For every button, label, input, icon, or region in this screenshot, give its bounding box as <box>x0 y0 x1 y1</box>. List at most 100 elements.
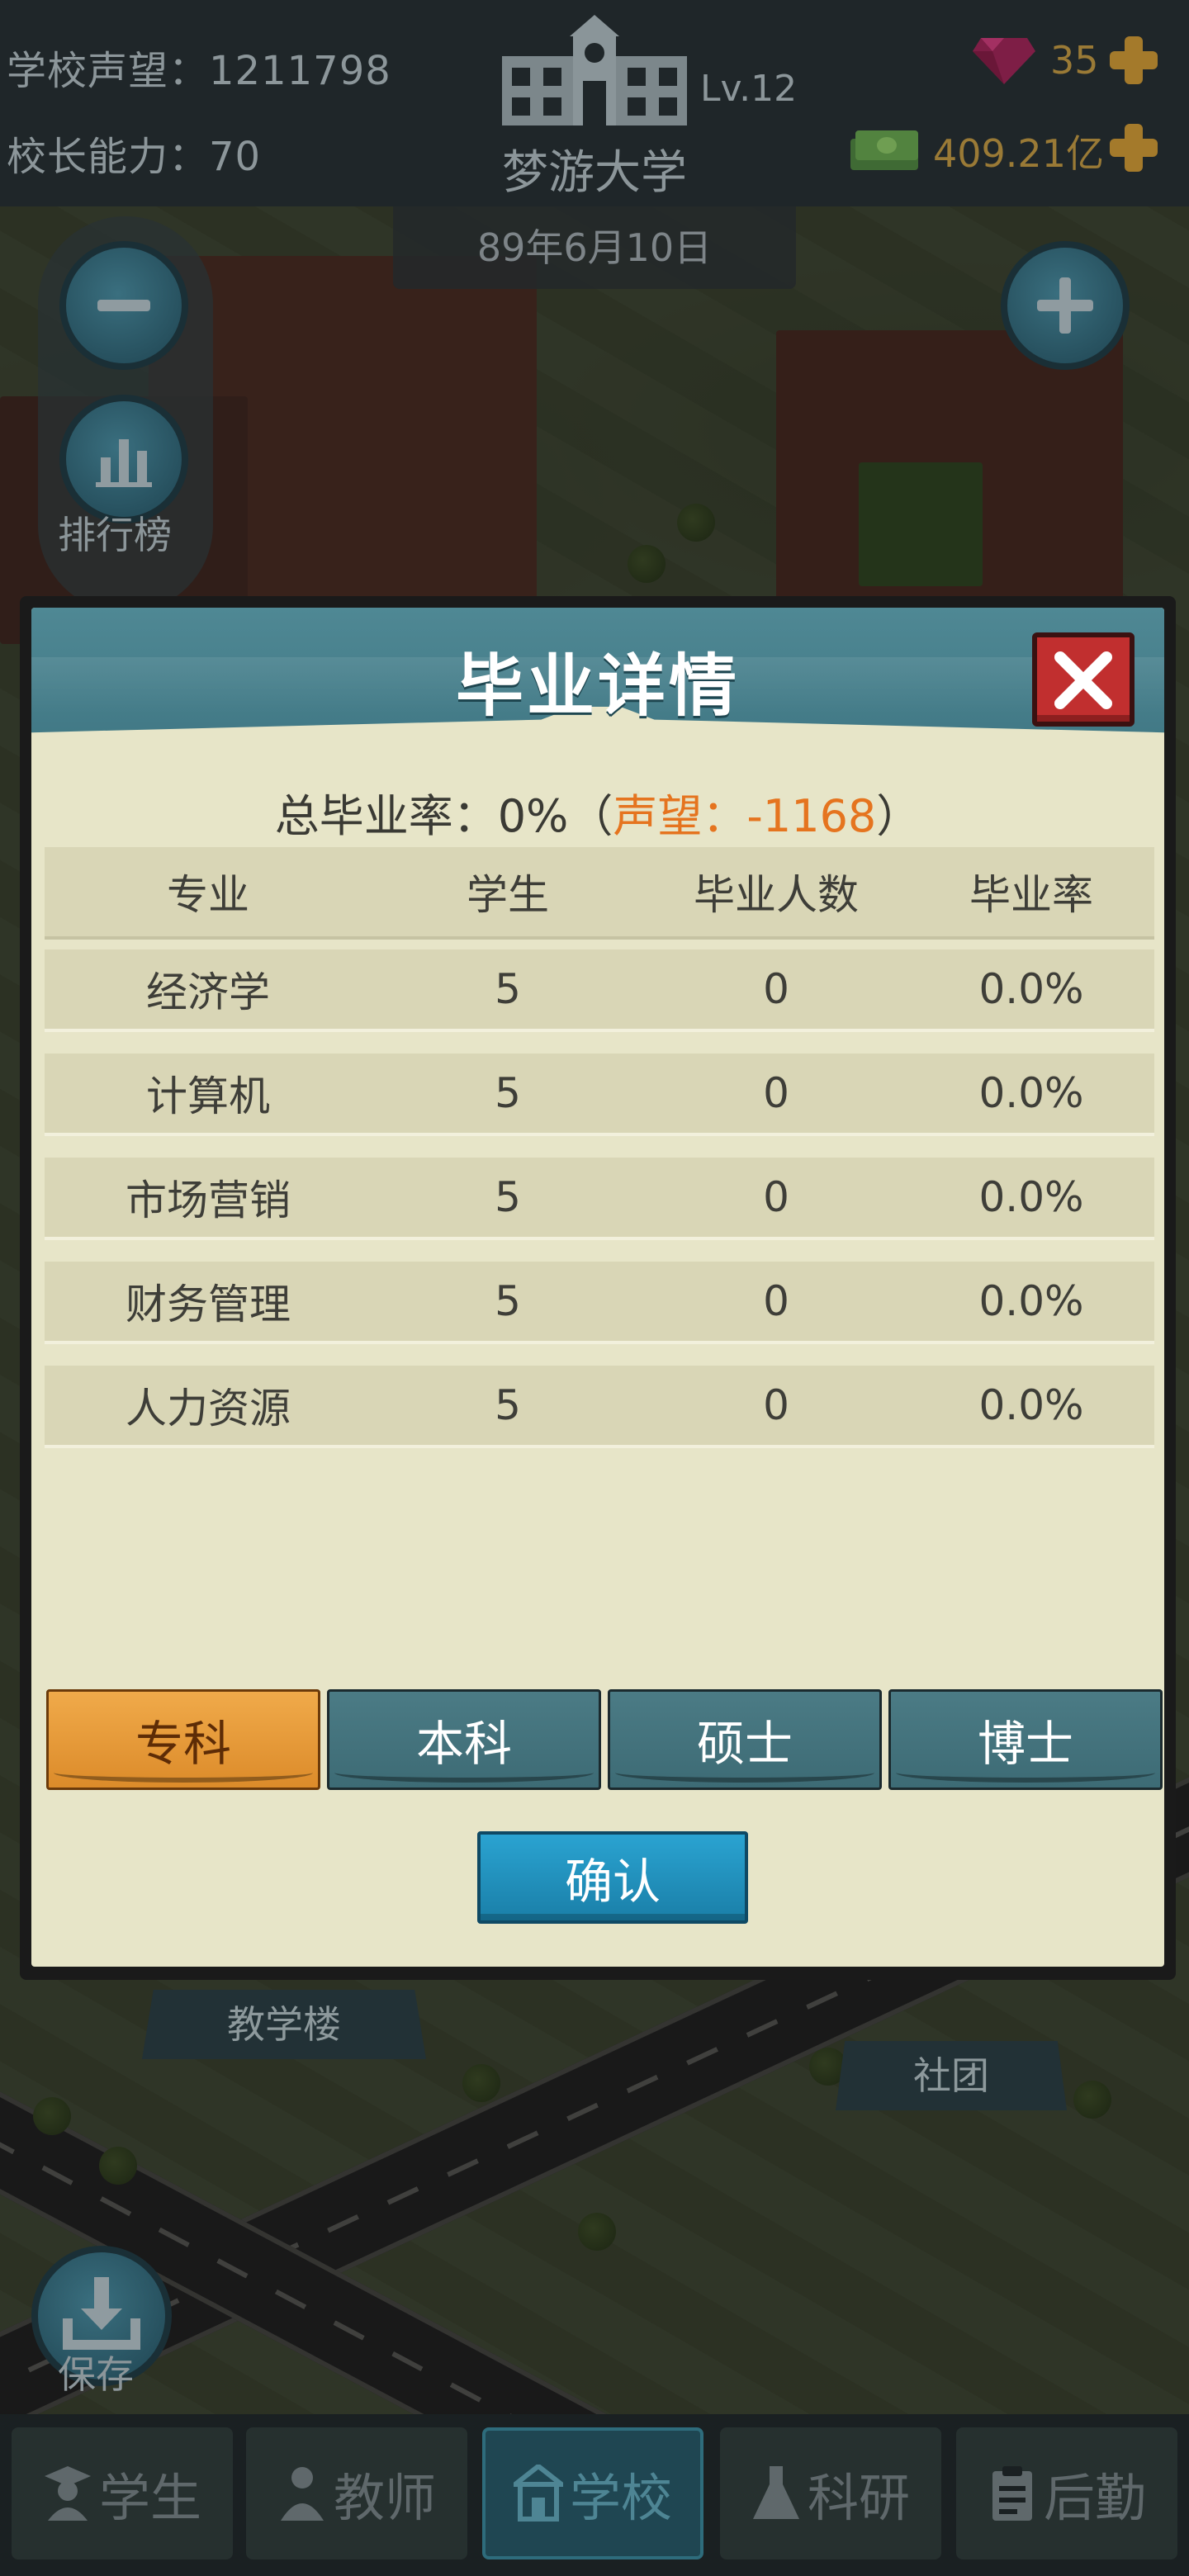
zoom-out-button[interactable] <box>59 241 188 370</box>
minus-icon <box>97 300 150 311</box>
top-status-bar: 学校声望：1211798 校长能力：70 Lv.12 梦游大学 35 409.2… <box>0 0 1189 206</box>
download-icon <box>63 2277 140 2350</box>
school-icon <box>513 2465 563 2522</box>
money-icon <box>850 130 918 170</box>
school-building-icon[interactable] <box>497 12 692 127</box>
tree <box>33 2097 71 2135</box>
table-row: 市场营销 5 0 0.0% <box>45 1158 1154 1240</box>
row-major: 财务管理 <box>126 1281 291 1328</box>
row-graduates: 0 <box>763 965 789 1013</box>
header-rate: 毕业率 <box>969 871 1093 919</box>
nav-teachers[interactable]: 教师 <box>246 2427 467 2559</box>
header-major: 专业 <box>167 871 249 919</box>
graduation-summary: 总毕业率：0%（声望：-1168） <box>31 779 1164 845</box>
row-rate: 0.0% <box>978 1069 1084 1117</box>
graduation-dialog: 毕业详情 总毕业率：0%（声望：-1168） 专业 学生 毕业人数 毕业率 经济… <box>20 596 1176 1980</box>
close-icon <box>1054 651 1112 709</box>
tree <box>99 2147 137 2185</box>
plus-icon-bar <box>1037 300 1093 311</box>
row-major: 经济学 <box>146 968 270 1016</box>
header-graduates: 毕业人数 <box>694 871 859 919</box>
bar-chart-icon <box>96 439 152 487</box>
bottom-nav: 学生 教师 学校 科研 后勤 <box>0 2414 1189 2576</box>
row-graduates: 0 <box>763 1277 789 1325</box>
nav-students-label: 学生 <box>98 2468 201 2528</box>
tree <box>628 545 666 583</box>
building-label-club[interactable]: 社团 <box>836 2041 1067 2110</box>
table-header: 专业 学生 毕业人数 毕业率 <box>45 847 1154 940</box>
game-date: 89年6月10日 <box>393 206 796 289</box>
tree <box>578 2213 616 2251</box>
ranking-button[interactable] <box>59 395 188 523</box>
tab-bachelor[interactable]: 本科 <box>327 1689 601 1790</box>
nav-school-label: 学校 <box>569 2468 672 2528</box>
tab-master[interactable]: 硕士 <box>608 1689 882 1790</box>
table-row: 人力资源 5 0 0.0% <box>45 1366 1154 1448</box>
gem-icon <box>973 38 1035 84</box>
row-students: 5 <box>495 1277 521 1325</box>
row-graduates: 0 <box>763 1069 789 1117</box>
row-graduates: 0 <box>763 1381 789 1429</box>
tree <box>1073 2081 1111 2119</box>
gem-count: 35 <box>1050 38 1099 83</box>
tab-doctor[interactable]: 博士 <box>888 1689 1163 1790</box>
nav-students[interactable]: 学生 <box>12 2427 233 2559</box>
row-major: 市场营销 <box>126 1177 291 1224</box>
game-screen: 学校声望：1211798 校长能力：70 Lv.12 梦游大学 35 409.2… <box>0 0 1189 2576</box>
summary-paren-close: ） <box>876 790 921 842</box>
school-name[interactable]: 梦游大学 <box>487 135 702 202</box>
nav-research-label: 科研 <box>807 2468 910 2528</box>
row-major: 计算机 <box>146 1073 270 1120</box>
save-label[interactable]: 保存 <box>58 2345 134 2399</box>
ability-stat: 校长能力：70 <box>7 124 261 182</box>
building-label-teaching[interactable]: 教学楼 <box>142 1990 426 2059</box>
reputation-label: 学校声望： <box>7 48 210 94</box>
reputation-stat: 学校声望：1211798 <box>7 38 391 96</box>
school-level: Lv.12 <box>700 68 798 110</box>
dialog-header: 毕业详情 <box>31 608 1164 771</box>
table-row: 计算机 5 0 0.0% <box>45 1054 1154 1136</box>
ability-label: 校长能力： <box>7 134 210 180</box>
row-students: 5 <box>495 1069 521 1117</box>
row-students: 5 <box>495 965 521 1013</box>
clipboard-icon <box>992 2466 1032 2521</box>
table-row: 财务管理 5 0 0.0% <box>45 1262 1154 1344</box>
nav-teachers-label: 教师 <box>333 2468 436 2528</box>
nav-logistics[interactable]: 后勤 <box>956 2427 1177 2559</box>
row-rate: 0.0% <box>978 1173 1084 1221</box>
add-gems-button[interactable] <box>1106 33 1161 88</box>
row-students: 5 <box>495 1381 521 1429</box>
summary-rate: 0% <box>497 790 569 842</box>
student-icon <box>44 2466 91 2521</box>
nav-school[interactable]: 学校 <box>482 2427 703 2559</box>
nav-research[interactable]: 科研 <box>720 2427 941 2559</box>
row-rate: 0.0% <box>978 965 1084 1013</box>
row-rate: 0.0% <box>978 1381 1084 1429</box>
dialog-body: 毕业详情 总毕业率：0%（声望：-1168） 专业 学生 毕业人数 毕业率 经济… <box>31 608 1164 1967</box>
teacher-icon <box>280 2467 324 2521</box>
tree <box>462 2064 500 2102</box>
money-amount: 409.21亿 <box>933 131 1104 176</box>
zoom-in-button[interactable] <box>1001 241 1130 370</box>
tree <box>677 504 715 542</box>
summary-paren-open: （ <box>568 790 613 842</box>
reputation-change: 声望：-1168 <box>613 790 877 842</box>
row-rate: 0.0% <box>978 1277 1084 1325</box>
ranking-label[interactable]: 排行榜 <box>58 505 172 560</box>
nav-logistics-label: 后勤 <box>1043 2468 1146 2528</box>
building[interactable] <box>859 462 983 586</box>
table-row: 经济学 5 0 0.0% <box>45 949 1154 1032</box>
ability-value: 70 <box>209 134 262 180</box>
dialog-title: 毕业详情 <box>455 647 740 726</box>
summary-label: 总毕业率： <box>274 790 498 842</box>
add-money-button[interactable] <box>1106 121 1161 175</box>
row-students: 5 <box>495 1173 521 1221</box>
row-graduates: 0 <box>763 1173 789 1221</box>
row-major: 人力资源 <box>126 1385 291 1432</box>
flask-icon <box>752 2466 799 2519</box>
header-students: 学生 <box>467 871 549 919</box>
confirm-button[interactable]: 确认 <box>477 1831 748 1924</box>
reputation-value: 1211798 <box>209 48 391 94</box>
close-button[interactable] <box>1032 632 1135 727</box>
tab-associate[interactable]: 专科 <box>46 1689 320 1790</box>
